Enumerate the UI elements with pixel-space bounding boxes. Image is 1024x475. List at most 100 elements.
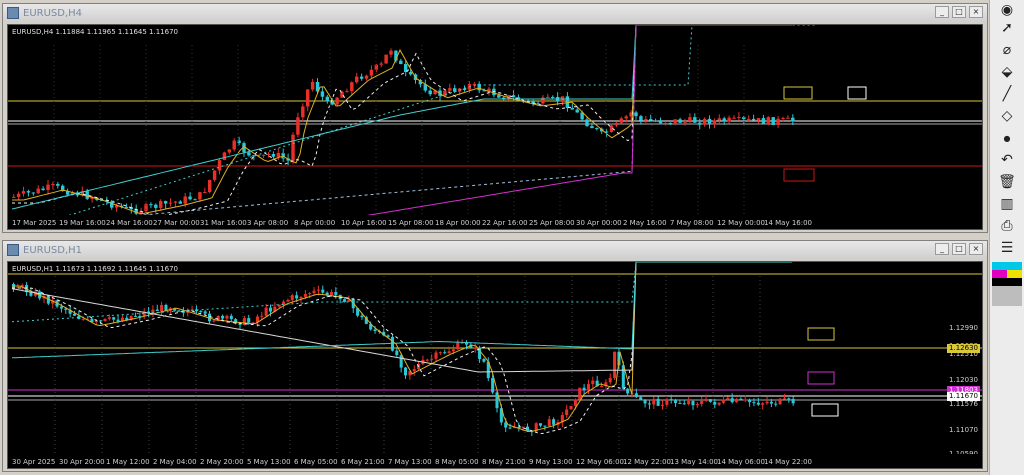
h4-candle	[232, 140, 236, 150]
h4-candle	[188, 196, 192, 200]
color-swatch-magenta-yellow[interactable]	[992, 270, 1022, 278]
h1-titlebar[interactable]: EURUSD,H1 _ □ ×	[3, 241, 987, 259]
h4-time-label: 12 May 00:00	[717, 219, 766, 227]
h1-time-label: 8 May 05:00	[435, 458, 479, 466]
red-label-box	[783, 168, 815, 182]
h1-candle	[286, 300, 290, 302]
h4-window-title: EURUSD,H4	[23, 7, 83, 19]
h1-time-label: 9 May 13:00	[529, 458, 573, 466]
h1-window-title: EURUSD,H1	[23, 244, 83, 256]
h4-ohlc-readout: EURUSD,H4 1.11884 1.11965 1.11645 1.1167…	[12, 28, 178, 36]
h4-candle	[791, 117, 795, 122]
h1-candle	[647, 403, 651, 405]
h4-chart-area[interactable]: EURUSD,H4 1.11884 1.11965 1.11645 1.1167…	[7, 24, 983, 230]
h4-time-label: 19 Mar 16:00	[59, 219, 106, 227]
h1-candle	[682, 403, 686, 405]
h4-candle	[751, 118, 756, 121]
h1-time-label: 6 May 21:00	[341, 458, 385, 466]
h1-candle	[717, 402, 721, 405]
color-swatch-cyan[interactable]	[992, 262, 1022, 270]
minimize-button[interactable]: _	[935, 243, 949, 255]
h4-candle	[683, 120, 687, 123]
h1-candle	[199, 311, 203, 313]
h4-candle	[619, 118, 624, 123]
h1-candle	[212, 320, 216, 322]
drawing-toolbar: ◉ ➚ ⌀ ⬙ ╱ ◇ ● ↶ 🗑 ▥ ⎙ ☰	[989, 0, 1024, 475]
h4-candle	[350, 82, 354, 92]
h4-candle	[159, 201, 163, 208]
h1-price-plot[interactable]	[8, 262, 983, 456]
h4-candle	[310, 82, 315, 90]
h1-time-label: 6 May 05:00	[294, 458, 338, 466]
h4-candle	[340, 92, 344, 98]
rect-icon[interactable]: ◇	[996, 106, 1018, 126]
line-icon[interactable]: ╱	[996, 84, 1018, 104]
h1-candle	[782, 398, 786, 400]
undo-icon[interactable]: ↶	[996, 150, 1018, 170]
minimize-button[interactable]: _	[935, 6, 949, 18]
h4-candle	[649, 119, 653, 121]
h1-candle	[674, 400, 678, 404]
dot-icon[interactable]: ●	[996, 128, 1018, 148]
h1-candle	[434, 352, 438, 359]
h1-candle	[247, 318, 251, 323]
h4-time-label: 27 Mar 00:00	[153, 219, 200, 227]
h4-candle	[717, 118, 722, 121]
h4-candle	[178, 201, 183, 204]
close-button[interactable]: ×	[969, 243, 983, 255]
maximize-button[interactable]: □	[952, 6, 966, 18]
h4-time-label: 25 Apr 08:00	[529, 219, 575, 227]
close-button[interactable]: ×	[969, 6, 983, 18]
h4-time-label: 18 Apr 00:00	[435, 219, 481, 227]
h1-candle	[260, 315, 264, 317]
trash-icon[interactable]: 🗑	[996, 172, 1018, 192]
h1-candle	[155, 309, 159, 311]
h4-time-label: 14 May 16:00	[764, 219, 813, 227]
h1-candle	[316, 289, 320, 291]
color-swatch-gray[interactable]	[992, 286, 1022, 306]
h4-candle	[614, 122, 619, 126]
h1-candle	[748, 399, 752, 403]
h1-candle	[438, 352, 442, 354]
color-swatch-black[interactable]	[992, 278, 1022, 286]
h4-titlebar[interactable]: EURUSD,H4 _ □ ×	[3, 4, 987, 22]
h4-candle	[183, 196, 187, 204]
h4-candle	[306, 89, 310, 107]
h4-candle	[570, 107, 575, 110]
h1-candle	[708, 399, 712, 402]
h1-chart-area[interactable]: EURUSD,H1 1.11673 1.11692 1.11645 1.1167…	[7, 261, 983, 469]
h1-candle	[547, 419, 551, 427]
h1-candle	[290, 295, 294, 301]
bars-icon[interactable]: ▥	[996, 194, 1018, 214]
h4-candle	[335, 97, 339, 105]
h4-candle	[36, 188, 40, 194]
h4-candle	[737, 117, 741, 119]
h4-time-label: 30 Apr 00:00	[576, 219, 622, 227]
maximize-button[interactable]: □	[952, 243, 966, 255]
target-icon[interactable]: ⌀	[996, 40, 1018, 60]
white-label-box	[811, 403, 839, 417]
h4-candle	[217, 160, 222, 171]
h1-candle	[791, 398, 795, 404]
h1-candle	[295, 295, 299, 299]
h1-candle	[308, 293, 312, 295]
list-icon[interactable]: ☰	[996, 238, 1018, 258]
eye-icon[interactable]: ◉	[996, 0, 1018, 20]
h1-candle	[456, 342, 460, 350]
h4-candle	[575, 109, 579, 113]
h4-candle	[261, 154, 266, 156]
h1-candle	[373, 329, 377, 332]
h4-price-plot[interactable]	[8, 25, 983, 217]
eraser-icon[interactable]: ⬙	[996, 62, 1018, 82]
yellow-label-box	[783, 86, 813, 100]
h1-time-axis: 30 Apr 2025 30 Apr 20:00 1 May 12:00 2 May …	[8, 454, 982, 468]
h1-candle	[334, 291, 338, 295]
h1-candle	[700, 400, 704, 405]
printer-icon[interactable]: ⎙	[996, 216, 1018, 236]
h4-candle	[271, 154, 276, 157]
h1-candle	[112, 317, 116, 320]
h1-candle	[107, 317, 111, 319]
cursor-icon[interactable]: ➚	[996, 18, 1018, 38]
h1-candle	[787, 398, 791, 400]
h1-candle	[268, 307, 273, 312]
